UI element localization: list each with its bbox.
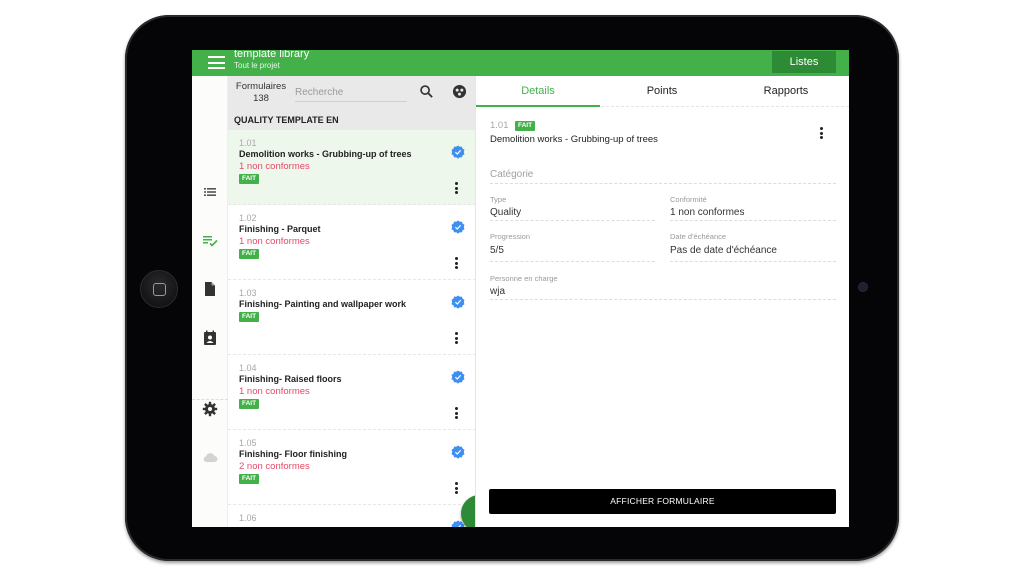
detail-panel: Details Points Rapports 1.01 FAIT Demoli… bbox=[476, 76, 849, 527]
detail-title: Demolition works - Grubbing-up of trees bbox=[490, 134, 658, 145]
item-more-options-icon[interactable] bbox=[454, 482, 458, 496]
personne-label: Personne en charge bbox=[490, 274, 558, 283]
home-button-glyph bbox=[153, 283, 166, 296]
verified-check-icon bbox=[451, 220, 465, 234]
list-header: Formulaires 138 QUALITY TEMPLATE EN bbox=[228, 76, 475, 130]
item-number: 1.03 bbox=[239, 288, 257, 298]
item-title: Finishing- Floor finishing bbox=[239, 449, 347, 459]
conformite-label: Conformité bbox=[670, 195, 707, 204]
list-item[interactable]: 1.01 Demolition works - Grubbing-up of tr… bbox=[228, 130, 475, 205]
front-camera bbox=[859, 283, 867, 291]
conformite-field: Conformité 1 non conformes bbox=[670, 193, 836, 221]
search-input[interactable] bbox=[295, 83, 407, 102]
personne-value: wja bbox=[490, 286, 506, 297]
contact-card-icon[interactable] bbox=[202, 330, 218, 346]
list-item[interactable]: 1.02 Finishing - Parquet 1 non conformes FA… bbox=[228, 205, 475, 280]
list-item[interactable]: 1.03 Finishing- Painting and wallpaper wo… bbox=[228, 280, 475, 355]
app-title: template library bbox=[234, 50, 310, 60]
item-nonconform-count: 1 non conformes bbox=[239, 386, 310, 397]
gear-icon[interactable] bbox=[202, 401, 218, 417]
item-number: 1.02 bbox=[239, 213, 257, 223]
echeance-field[interactable]: Date d'échéance Pas de date d'échéance bbox=[670, 230, 836, 262]
category-placeholder: Catégorie bbox=[490, 169, 534, 180]
echeance-value: Pas de date d'échéance bbox=[670, 245, 777, 256]
forms-list-panel: Formulaires 138 QUALITY TEMPLATE EN 1.01… bbox=[228, 76, 476, 527]
app-screen: template library Tout le projet Listes F… bbox=[192, 50, 849, 527]
detail-tabs: Details Points Rapports bbox=[476, 76, 849, 107]
forms-count-value: 138 bbox=[253, 93, 269, 104]
group-filter-icon[interactable] bbox=[452, 84, 467, 99]
list-item[interactable]: 1.04 Finishing- Raised floors 1 non confor… bbox=[228, 355, 475, 430]
afficher-formulaire-button[interactable]: AFFICHER FORMULAIRE bbox=[489, 489, 836, 514]
type-label: Type bbox=[490, 195, 507, 204]
item-title: Finishing- Raised floors bbox=[239, 374, 342, 384]
detail-number: 1.01 bbox=[490, 120, 509, 131]
item-status-badge: FAIT bbox=[239, 399, 260, 409]
item-title: Finishing - Parquet bbox=[239, 224, 321, 234]
listes-button[interactable]: Listes bbox=[772, 51, 836, 73]
type-value: Quality bbox=[490, 207, 522, 218]
item-number: 1.04 bbox=[239, 363, 257, 373]
item-nonconform-count: 1 non conformes bbox=[239, 236, 310, 247]
cloud-icon[interactable] bbox=[202, 449, 218, 465]
category-field[interactable]: Catégorie bbox=[490, 164, 836, 184]
verified-check-icon bbox=[451, 370, 465, 384]
navigation-rail bbox=[192, 76, 228, 527]
list-item[interactable]: 1.05 Finishing- Floor finishing 2 non conf… bbox=[228, 430, 475, 505]
search-icon[interactable] bbox=[419, 84, 434, 99]
item-status-badge: FAIT bbox=[239, 312, 260, 322]
item-status-badge: FAIT bbox=[239, 249, 260, 259]
progression-label: Progression bbox=[490, 232, 531, 241]
detail-status-badge: FAIT bbox=[515, 121, 536, 131]
item-number: 1.01 bbox=[239, 138, 257, 148]
hamburger-menu-icon[interactable] bbox=[208, 56, 225, 69]
document-icon[interactable] bbox=[202, 281, 218, 297]
progression-field: Progression 5/5 bbox=[490, 230, 655, 262]
list-item[interactable]: 1.06 bbox=[228, 505, 475, 527]
conformite-value: 1 non conformes bbox=[670, 207, 745, 218]
forms-count-label: Formulaires bbox=[235, 81, 287, 92]
personne-field[interactable]: Personne en charge wja bbox=[490, 272, 836, 300]
detail-more-options-icon[interactable] bbox=[819, 127, 823, 141]
section-title: QUALITY TEMPLATE EN bbox=[234, 115, 339, 125]
item-status-badge: FAIT bbox=[239, 174, 260, 184]
progression-value: 5/5 bbox=[490, 245, 504, 256]
verified-check-icon bbox=[451, 445, 465, 459]
item-more-options-icon[interactable] bbox=[454, 257, 458, 271]
checklist-icon[interactable] bbox=[202, 233, 218, 249]
item-status-badge: FAIT bbox=[239, 474, 260, 484]
item-number: 1.06 bbox=[239, 513, 257, 523]
type-field: Type Quality bbox=[490, 193, 655, 221]
verified-check-icon bbox=[451, 145, 465, 159]
rail-divider bbox=[192, 399, 228, 400]
verified-check-icon bbox=[451, 295, 465, 309]
item-number: 1.05 bbox=[239, 438, 257, 448]
item-more-options-icon[interactable] bbox=[454, 332, 458, 346]
item-more-options-icon[interactable] bbox=[454, 182, 458, 196]
tab-points[interactable]: Points bbox=[600, 76, 724, 107]
app-bar: template library Tout le projet Listes bbox=[192, 50, 849, 76]
forms-count: Formulaires 138 bbox=[235, 81, 287, 105]
tab-details[interactable]: Details bbox=[476, 76, 600, 107]
item-title: Finishing- Painting and wallpaper work bbox=[239, 299, 407, 309]
item-more-options-icon[interactable] bbox=[454, 407, 458, 421]
item-nonconform-count: 1 non conformes bbox=[239, 161, 310, 172]
echeance-label: Date d'échéance bbox=[670, 232, 727, 241]
list-icon[interactable] bbox=[202, 184, 218, 200]
item-nonconform-count: 2 non conformes bbox=[239, 461, 310, 472]
app-subtitle: Tout le projet bbox=[234, 61, 280, 70]
home-button[interactable] bbox=[140, 270, 178, 308]
item-title: Demolition works - Grubbing-up of trees bbox=[239, 149, 412, 159]
tab-rapports[interactable]: Rapports bbox=[724, 76, 848, 107]
